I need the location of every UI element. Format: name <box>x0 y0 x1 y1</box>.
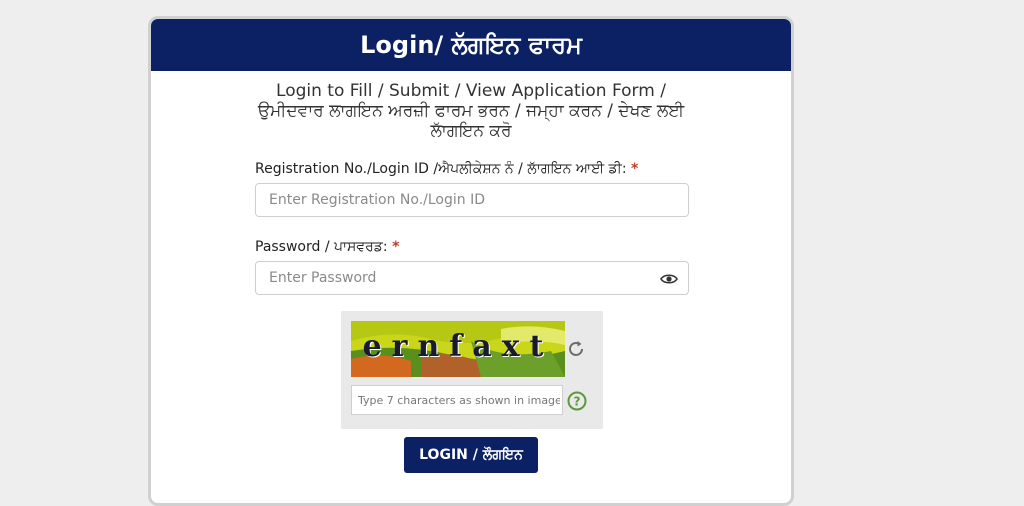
login-instructions: Login to Fill / Submit / View Applicatio… <box>221 81 721 141</box>
password-field[interactable] <box>255 261 689 295</box>
password-input[interactable] <box>256 261 688 295</box>
page-title: Login/ ਲੱਗਇਨ ਫਾਰਮ <box>360 31 582 59</box>
required-marker: * <box>392 239 400 255</box>
required-marker: * <box>631 161 639 177</box>
captcha-image: ernfaxt <box>351 321 565 377</box>
registration-label: Registration No./Login ID /ਐਪਲੀਕੇਸ਼ਨ ਨੰ … <box>255 161 638 177</box>
eye-icon[interactable] <box>660 270 678 288</box>
captcha-text: ernfaxt <box>362 329 554 364</box>
registration-label-text: Registration No./Login ID /ਐਪਲੀਕੇਸ਼ਨ ਨੰ … <box>255 161 627 177</box>
login-button[interactable]: LOGIN / ਲੌਗਇਨ <box>404 437 538 473</box>
help-icon[interactable]: ? <box>567 391 587 411</box>
captcha-field[interactable] <box>351 385 563 415</box>
registration-input[interactable] <box>256 183 688 217</box>
instructions-line-english: Login to Fill / Submit / View Applicatio… <box>276 81 666 101</box>
refresh-icon[interactable] <box>565 338 587 360</box>
registration-field[interactable] <box>255 183 689 217</box>
svg-text:?: ? <box>574 395 581 409</box>
login-form-header: Login/ ਲੱਗਇਨ ਫਾਰਮ <box>151 19 791 71</box>
password-label-text: Password / ਪਾਸਵਰਡ: <box>255 239 388 255</box>
captcha-panel: ernfaxt ? <box>341 311 603 429</box>
instructions-line-punjabi: ਉਮੀਦਵਾਰ ਲਾਗਇਨ ਅਰਜ਼ੀ ਫਾਰਮ ਭਰਨ / ਜਮ੍ਹਾ ਕਰਨ… <box>257 101 685 121</box>
captcha-input[interactable] <box>352 386 562 414</box>
login-card: Login/ ਲੱਗਇਨ ਫਾਰਮ Login to Fill / Submit… <box>148 16 794 506</box>
instructions-line-punjabi-2: ਲਾੱਗਇਨ ਕਰੋ <box>430 121 512 141</box>
password-label: Password / ਪਾਸਵਰਡ: * <box>255 239 399 255</box>
